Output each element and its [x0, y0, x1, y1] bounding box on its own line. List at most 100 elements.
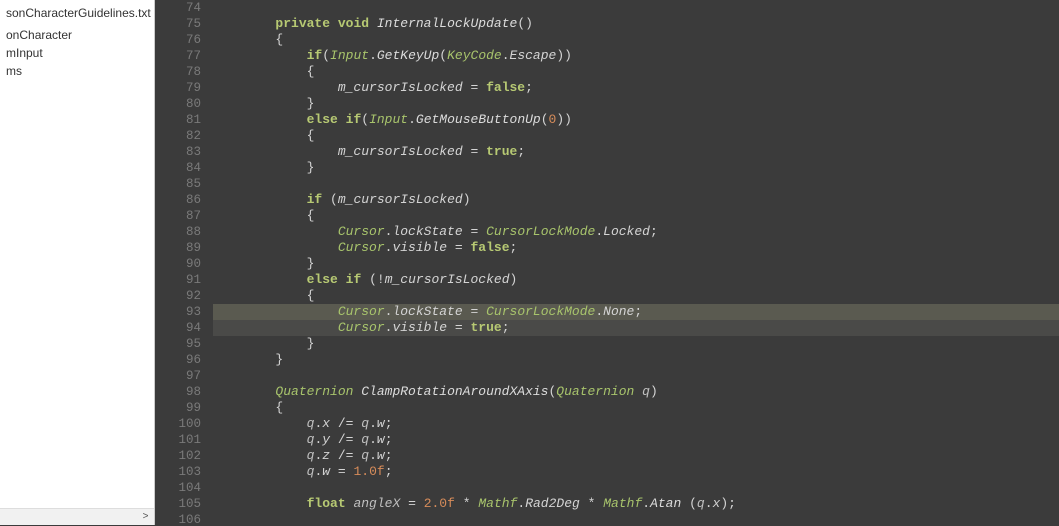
code-line[interactable] [213, 0, 1059, 16]
whitespace [213, 208, 307, 223]
sidebar-scrollbar[interactable]: > [0, 508, 154, 525]
code-line[interactable]: if (m_cursorIsLocked) [213, 192, 1059, 208]
whitespace [478, 80, 486, 95]
token-op: = [408, 496, 416, 511]
sidebar-item[interactable]: onCharacter [0, 26, 154, 44]
whitespace [681, 496, 689, 511]
whitespace [213, 160, 307, 175]
code-line[interactable]: q.x /= q.w; [213, 416, 1059, 432]
token-punct: { [307, 128, 315, 143]
code-line[interactable]: { [213, 208, 1059, 224]
code-editor[interactable]: 7475767778798081828384858687888990919293… [155, 0, 1059, 525]
token-member: None [603, 304, 634, 319]
token-member: Escape [510, 48, 557, 63]
token-bool: true [471, 320, 502, 335]
code-line[interactable]: Cursor.visible = false; [213, 240, 1059, 256]
sidebar-item[interactable]: ms [0, 62, 154, 80]
token-type: Cursor [338, 320, 385, 335]
sidebar-item-label: ms [6, 64, 22, 78]
code-line[interactable]: } [213, 256, 1059, 272]
code-line[interactable]: { [213, 288, 1059, 304]
line-number: 81 [155, 112, 201, 128]
line-number: 99 [155, 400, 201, 416]
token-punct: ; [510, 240, 518, 255]
code-line[interactable]: Cursor.visible = true; [213, 320, 1059, 336]
line-number: 84 [155, 160, 201, 176]
scroll-right-arrow[interactable]: > [137, 509, 154, 526]
line-number: 82 [155, 128, 201, 144]
token-punct: ( [361, 112, 369, 127]
token-num: 1.0f [354, 464, 385, 479]
line-number: 89 [155, 240, 201, 256]
token-member: lockState [392, 304, 462, 319]
sidebar-item-label: onCharacter [6, 28, 72, 42]
line-number: 98 [155, 384, 201, 400]
code-line[interactable]: q.z /= q.w; [213, 448, 1059, 464]
token-kw: if [307, 192, 323, 207]
code-line[interactable]: { [213, 128, 1059, 144]
whitespace [634, 384, 642, 399]
line-number: 102 [155, 448, 201, 464]
token-punct: . [369, 448, 377, 463]
token-member: m_cursorIsLocked [338, 80, 463, 95]
file-explorer-sidebar[interactable]: sonCharacterGuidelines.txt onCharacter mIn… [0, 0, 155, 525]
code-line[interactable]: { [213, 400, 1059, 416]
code-line[interactable] [213, 368, 1059, 384]
line-number: 106 [155, 512, 201, 525]
token-member: Rad2Deg [525, 496, 580, 511]
token-member: m_cursorIsLocked [338, 144, 463, 159]
sidebar-item[interactable]: mInput [0, 44, 154, 62]
code-line[interactable]: { [213, 32, 1059, 48]
token-bool: false [471, 240, 510, 255]
code-line[interactable] [213, 512, 1059, 525]
token-punct: . [642, 496, 650, 511]
code-line[interactable]: Cursor.lockState = CursorLockMode.None; [213, 304, 1059, 320]
whitespace [447, 320, 455, 335]
whitespace [213, 304, 338, 319]
code-line[interactable]: } [213, 352, 1059, 368]
code-line[interactable] [213, 176, 1059, 192]
token-punct: )) [556, 48, 572, 63]
whitespace [213, 448, 307, 463]
code-line[interactable]: q.w = 1.0f; [213, 464, 1059, 480]
code-line[interactable]: m_cursorIsLocked = false; [213, 80, 1059, 96]
whitespace [361, 272, 369, 287]
token-punct: . [705, 496, 713, 511]
token-kw: private [275, 16, 330, 31]
token-member: m_cursorIsLocked [338, 192, 463, 207]
whitespace [369, 16, 377, 31]
code-content[interactable]: private void InternalLockUpdate() { if(I… [213, 0, 1059, 525]
token-type: Cursor [338, 304, 385, 319]
whitespace [213, 384, 275, 399]
token-kw: else [307, 272, 338, 287]
token-punct: ; [385, 432, 393, 447]
token-punct: { [275, 32, 283, 47]
whitespace [213, 400, 275, 415]
token-punct: } [307, 336, 315, 351]
line-number: 78 [155, 64, 201, 80]
token-punct: ; [525, 80, 533, 95]
code-line[interactable]: else if (!m_cursorIsLocked) [213, 272, 1059, 288]
code-line[interactable]: Cursor.lockState = CursorLockMode.Locked… [213, 224, 1059, 240]
token-kw: float [307, 496, 346, 511]
token-punct: ) [650, 384, 658, 399]
code-line[interactable]: else if(Input.GetMouseButtonUp(0)) [213, 112, 1059, 128]
code-line[interactable]: float angleX = 2.0f * Mathf.Rad2Deg * Ma… [213, 496, 1059, 512]
whitespace [213, 416, 307, 431]
whitespace [213, 256, 307, 271]
code-line[interactable]: } [213, 96, 1059, 112]
code-line[interactable]: if(Input.GetKeyUp(KeyCode.Escape)) [213, 48, 1059, 64]
code-line[interactable]: m_cursorIsLocked = true; [213, 144, 1059, 160]
token-member: lockState [392, 224, 462, 239]
code-line[interactable]: q.y /= q.w; [213, 432, 1059, 448]
code-line[interactable]: } [213, 160, 1059, 176]
token-punct: { [307, 64, 315, 79]
sidebar-item[interactable]: sonCharacterGuidelines.txt [0, 4, 154, 22]
code-line[interactable]: { [213, 64, 1059, 80]
code-line[interactable]: Quaternion ClampRotationAroundXAxis(Quat… [213, 384, 1059, 400]
code-line[interactable]: } [213, 336, 1059, 352]
code-line[interactable]: private void InternalLockUpdate() [213, 16, 1059, 32]
token-op: * [463, 496, 471, 511]
token-member: visible [392, 240, 447, 255]
code-line[interactable] [213, 480, 1059, 496]
